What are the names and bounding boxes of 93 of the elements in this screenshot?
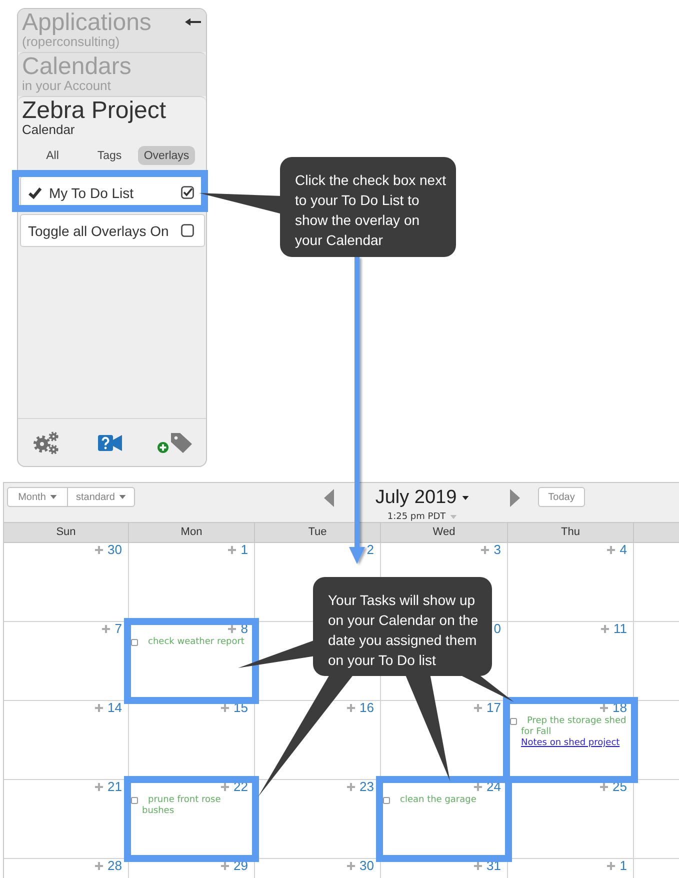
timezone-dropdown[interactable]: 1:25 pm PDT (387, 511, 457, 522)
plus-icon[interactable] (606, 862, 615, 870)
day-number[interactable]: 7 (114, 622, 122, 635)
day-cell[interactable]: 7 (4, 622, 129, 701)
view-dropdown[interactable]: Month (8, 488, 67, 506)
day-number[interactable]: 2 (366, 543, 374, 556)
plus-icon[interactable] (600, 624, 608, 632)
day-number[interactable]: 0 (494, 622, 501, 635)
weekday-label: Mon (180, 526, 202, 539)
task-title[interactable]: prune front rose bushes (142, 795, 251, 817)
overlay-item[interactable]: Toggle all Overlays On (20, 214, 205, 247)
next-month-icon[interactable] (510, 489, 520, 507)
weekday-label: Thu (561, 526, 580, 539)
task-title[interactable]: clean the garage (394, 795, 476, 806)
day-cell[interactable]: 1 (129, 543, 255, 622)
section-title: Zebra Project (22, 98, 166, 123)
day-number[interactable]: 30 (360, 859, 374, 872)
plus-icon[interactable] (94, 862, 103, 870)
notes-link[interactable]: Notes on shed project (521, 738, 620, 748)
day-number[interactable]: 4 (620, 543, 627, 556)
help-video-icon[interactable] (98, 434, 122, 450)
plus-icon[interactable] (220, 704, 229, 712)
day-cell[interactable]: 4 (508, 543, 634, 622)
plus-icon[interactable] (102, 624, 110, 632)
task-title[interactable]: Prep the storage shed for Fall Notes on shed project (521, 716, 630, 749)
overlay-label: My To Do List (49, 184, 134, 200)
callout-text: Click the check box next to your To Do List to show the overlay on your Calendar (295, 171, 446, 250)
day-cell[interactable]: 30 (4, 543, 129, 622)
caret-icon (118, 495, 126, 499)
day-number[interactable]: 3 (494, 543, 501, 556)
plus-icon[interactable] (228, 546, 236, 554)
day-number[interactable]: 23 (360, 780, 374, 793)
caret-icon (50, 495, 57, 499)
weekday-label: Wed (432, 526, 456, 539)
plus-icon[interactable] (474, 862, 482, 870)
previous-month-icon[interactable] (324, 489, 334, 507)
day-cell[interactable]: 11 (508, 622, 634, 701)
day-number[interactable]: 30 (108, 543, 122, 556)
day-number[interactable]: 16 (360, 701, 374, 714)
plus-icon[interactable] (480, 546, 489, 554)
plus-icon[interactable] (220, 782, 229, 790)
plus-icon[interactable] (474, 704, 482, 712)
plus-icon[interactable] (474, 782, 482, 790)
tab[interactable]: Overlays (138, 146, 195, 165)
day-number[interactable]: 11 (614, 622, 627, 635)
day-number[interactable]: 28 (108, 859, 122, 872)
settings-icon[interactable] (33, 430, 59, 454)
back-arrow-icon[interactable] (185, 18, 201, 26)
plus-icon[interactable] (220, 862, 229, 870)
today-button[interactable]: Today (538, 487, 585, 507)
plus-icon[interactable] (346, 704, 355, 712)
caret-icon (450, 514, 457, 518)
tab[interactable]: Tags (81, 146, 138, 165)
plus-icon[interactable] (346, 862, 355, 870)
add-tag-icon[interactable] (157, 432, 193, 454)
day-number[interactable]: 1 (620, 859, 627, 872)
day-number[interactable]: 17 (486, 701, 501, 714)
weekday-label: Tue (308, 526, 327, 539)
plus-icon[interactable] (94, 782, 103, 790)
plus-icon[interactable] (94, 546, 103, 554)
task-checkbox[interactable] (131, 639, 138, 646)
section-title: Applications (22, 10, 152, 35)
checkbox[interactable] (181, 224, 194, 237)
day-number[interactable]: 1 (240, 543, 248, 556)
day-cell[interactable]: 30 (255, 859, 381, 878)
day-cell[interactable]: 28 (4, 859, 129, 878)
task-checkbox[interactable] (510, 718, 517, 725)
plus-icon[interactable] (600, 704, 608, 712)
day-number[interactable]: 14 (108, 701, 122, 714)
month-picker-button[interactable]: July 2019 (375, 487, 469, 509)
task-checkbox[interactable] (131, 797, 138, 804)
day-cell[interactable]: 14 (4, 701, 129, 780)
task-checkbox[interactable] (383, 797, 390, 804)
section-subtitle: in your Account (22, 79, 112, 93)
plus-icon[interactable] (94, 704, 103, 712)
plus-icon[interactable] (606, 546, 615, 554)
section-subtitle: (roperconsulting) (22, 35, 120, 49)
task-title[interactable]: check weather report (142, 637, 244, 648)
section-title: Calendars (22, 54, 132, 79)
day-cell[interactable]: 1 (508, 859, 634, 878)
plus-icon[interactable] (228, 624, 236, 632)
day-number[interactable]: 21 (108, 780, 122, 793)
section-subtitle: Calendar (22, 123, 76, 137)
caret-icon (462, 496, 469, 500)
style-dropdown[interactable]: standard (67, 488, 134, 506)
plus-icon[interactable] (346, 782, 355, 790)
tab[interactable]: All (24, 146, 81, 165)
weekday-label: Sun (56, 526, 76, 539)
plus-icon[interactable] (600, 782, 608, 790)
day-cell[interactable]: 21 (4, 780, 129, 859)
checkbox[interactable] (181, 186, 194, 199)
callout-text: Your Tasks will show up on your Calendar on the date you assigned them on your To Do list (328, 591, 480, 670)
overlay-label: Toggle all Overlays On (28, 222, 169, 238)
